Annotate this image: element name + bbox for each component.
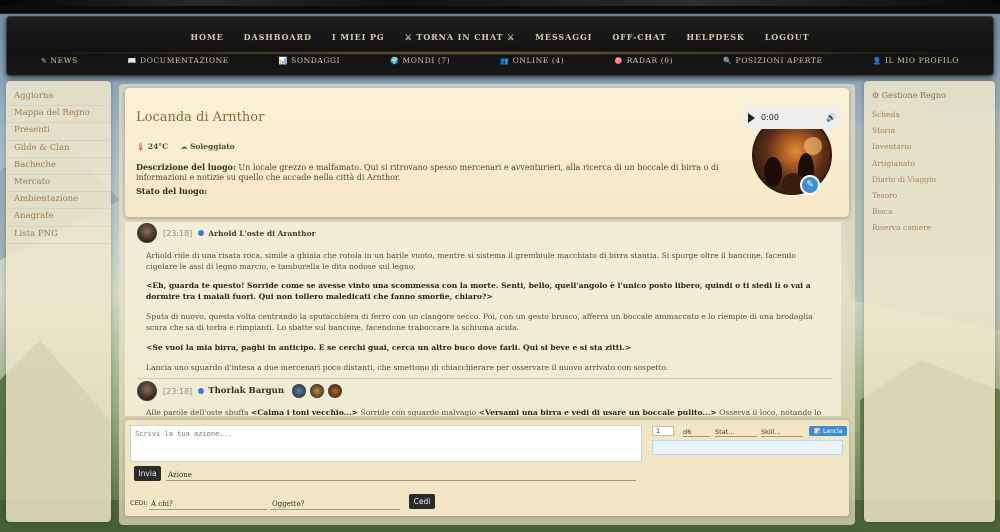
cloud-icon: ☁ — [180, 142, 188, 151]
action-text: Arhold ride di una risata roca, simile a… — [146, 251, 796, 271]
race-badge-icon — [292, 384, 307, 398]
globe-icon: 🌍 — [390, 57, 400, 65]
cedi-label: CEDI: — [130, 499, 148, 507]
avatar[interactable] — [137, 381, 157, 401]
subnav-posizioni-aperte[interactable]: 🔍 POSIZIONI APERTE — [698, 56, 847, 65]
nav-dashboard[interactable]: DASHBOARD — [234, 32, 322, 42]
sidebar-item-presenti[interactable]: Presenti — [6, 123, 111, 141]
sidebar-item-bacheche[interactable]: Bacheche — [6, 158, 111, 175]
action-text: Alle parole dell'oste sbuffa <Calma i to… — [146, 408, 822, 416]
cedi-button[interactable]: Cedi — [409, 494, 435, 509]
sidebar-item-anagrafe[interactable]: Anagrafe — [6, 209, 111, 227]
sidebar-item-diario[interactable]: Diario di Viaggio — [864, 173, 995, 189]
sidebar-item-mercato[interactable]: Mercato — [6, 175, 111, 193]
cedi-object-field[interactable] — [270, 498, 400, 510]
message-time: [23:18] — [163, 228, 193, 238]
thermometer-icon: 🌡 — [136, 142, 146, 151]
cedi-recipient-field[interactable] — [149, 498, 267, 510]
message-time: [23:18] — [163, 386, 193, 396]
nav-primary: HOME DASHBOARD I MIEI PG ⚔ TORNA IN CHAT… — [7, 32, 993, 42]
stat-select[interactable]: Stat... — [715, 428, 757, 437]
target-icon: 🎯 — [614, 57, 624, 65]
sidebar-item-riserva-camere[interactable]: Riserva camere — [864, 221, 995, 237]
avatar[interactable] — [137, 223, 157, 243]
book-icon: 📖 — [127, 57, 138, 65]
dice-result-box — [652, 440, 843, 455]
action-text: Lancia uno sguardo d'intesa a due mercen… — [146, 363, 669, 372]
subnav-online[interactable]: 👥 ONLINE (4) — [475, 56, 589, 65]
user-icon: 👤 — [872, 57, 882, 65]
message-header: [23:18] Thorlak Bargun — [137, 381, 343, 401]
subnav-radar[interactable]: 🎯 RADAR (0) — [589, 56, 698, 65]
lancia-button[interactable]: 🎲 Lancia — [809, 426, 847, 436]
sidebar-item-tesoro[interactable]: Tesoro — [864, 189, 995, 205]
nav-messaggi[interactable]: MESSAGGI — [525, 32, 602, 42]
edit-icon[interactable]: ✎ — [800, 175, 820, 195]
top-strip — [0, 0, 1000, 14]
nav-logout[interactable]: LOGOUT — [755, 32, 820, 42]
chat-log: [23:18] Arhold L'oste di Aranthor Arhold… — [125, 222, 841, 416]
subnav-mondi[interactable]: 🌍 MONDI (7) — [365, 56, 475, 65]
nav-off-chat[interactable]: OFF-CHAT — [602, 32, 676, 42]
temperature: 24°C — [147, 142, 169, 151]
sidebar-item-inventario[interactable]: Inventario — [864, 140, 995, 156]
sidebar-item-artigianato[interactable]: Artigianato — [864, 157, 995, 173]
sidebar-item-scheda[interactable]: Scheda — [864, 108, 995, 124]
audio-player: 0:00 🔊 — [742, 106, 842, 129]
location-status-label: Stato del luogo: — [136, 186, 208, 196]
subnav-news[interactable]: ✎ NEWS — [16, 56, 103, 65]
sidebar-item-ambientazione[interactable]: Ambientazione — [6, 192, 111, 210]
gestione-regno-title: ⚙ Gestione Regno — [872, 91, 946, 100]
news-icon: ✎ — [41, 57, 48, 65]
message-header: [23:18] Arhold L'oste di Aranthor — [137, 223, 316, 243]
azione-field[interactable] — [166, 469, 636, 481]
online-dot-icon — [198, 230, 205, 236]
chart-icon: 📊 — [278, 57, 289, 65]
speech-text: <Se vuoi la mia birra, paghi in anticipo… — [146, 343, 632, 352]
play-icon[interactable] — [748, 112, 755, 123]
subnav-sondaggi[interactable]: 📊 SONDAGGI — [254, 56, 365, 65]
subnav-mio-profilo[interactable]: 👤 IL MIO PROFILO — [848, 56, 984, 65]
nav-home[interactable]: HOME — [181, 32, 234, 42]
audio-time: 0:00 — [761, 113, 779, 122]
right-sidebar: ⚙ Gestione Regno Scheda Storia Inventari… — [864, 81, 995, 522]
action-text: Sputa di nuovo, questa volta centrando l… — [146, 312, 813, 332]
sidebar-item-gilde[interactable]: Gilde & Clan — [6, 141, 111, 158]
location-card: Locanda di Arnthor 🌡 24°C ☁ Soleggiato D… — [125, 88, 849, 217]
action-textarea[interactable] — [130, 425, 642, 462]
class-badge-icon — [310, 384, 325, 398]
speech-text: <Eh, guarda te questo! Sorride come se a… — [146, 281, 811, 301]
subnav-documentazione[interactable]: 📖 DOCUMENTAZIONE — [103, 56, 254, 65]
users-icon: 👥 — [500, 57, 510, 65]
location-title: Locanda di Arnthor — [136, 110, 265, 125]
online-dot-icon — [198, 388, 205, 394]
skill-select[interactable]: Skill... — [761, 428, 803, 437]
sidebar-item-lista-png[interactable]: Lista PNG — [6, 227, 111, 244]
left-sidebar: Aggiorna Mappa del Regno Presenti Gilde … — [6, 81, 111, 522]
weather-info: 🌡 24°C ☁ Soleggiato — [136, 142, 235, 151]
location-description: Descrizione del luogo: Un locale grezzo … — [136, 162, 719, 182]
nav-torna-in-chat[interactable]: ⚔ TORNA IN CHAT ⚔ — [395, 32, 526, 42]
sidebar-item-aggiorna[interactable]: Aggiorna — [6, 89, 111, 107]
sidebar-item-storia[interactable]: Storia — [864, 124, 995, 140]
nav-helpdesk[interactable]: HELPDESK — [676, 32, 754, 42]
character-name[interactable]: Arhold L'oste di Aranthor — [208, 229, 315, 238]
nav-miei-pg[interactable]: I MIEI PG — [322, 32, 395, 42]
dice-type-select[interactable]: d6 — [683, 428, 710, 437]
main-navigation: HOME DASHBOARD I MIEI PG ⚔ TORNA IN CHAT… — [6, 16, 994, 76]
message-divider — [137, 378, 833, 379]
sidebar-item-mappa[interactable]: Mappa del Regno — [6, 106, 111, 124]
nav-secondary: ✎ NEWS 📖 DOCUMENTAZIONE 📊 SONDAGGI 🌍 MONDI (… — [7, 56, 993, 65]
dice-count-input[interactable]: 1 — [652, 426, 674, 436]
weather-state: Soleggiato — [189, 142, 235, 151]
search-icon: 🔍 — [723, 57, 733, 65]
sidebar-item-bisca[interactable]: Bisca — [864, 205, 995, 221]
character-name[interactable]: Thorlak Bargun — [208, 386, 284, 396]
volume-icon[interactable]: 🔊 — [826, 113, 836, 122]
guild-badge-icon — [328, 384, 343, 398]
invia-button[interactable]: Invia — [134, 466, 161, 481]
